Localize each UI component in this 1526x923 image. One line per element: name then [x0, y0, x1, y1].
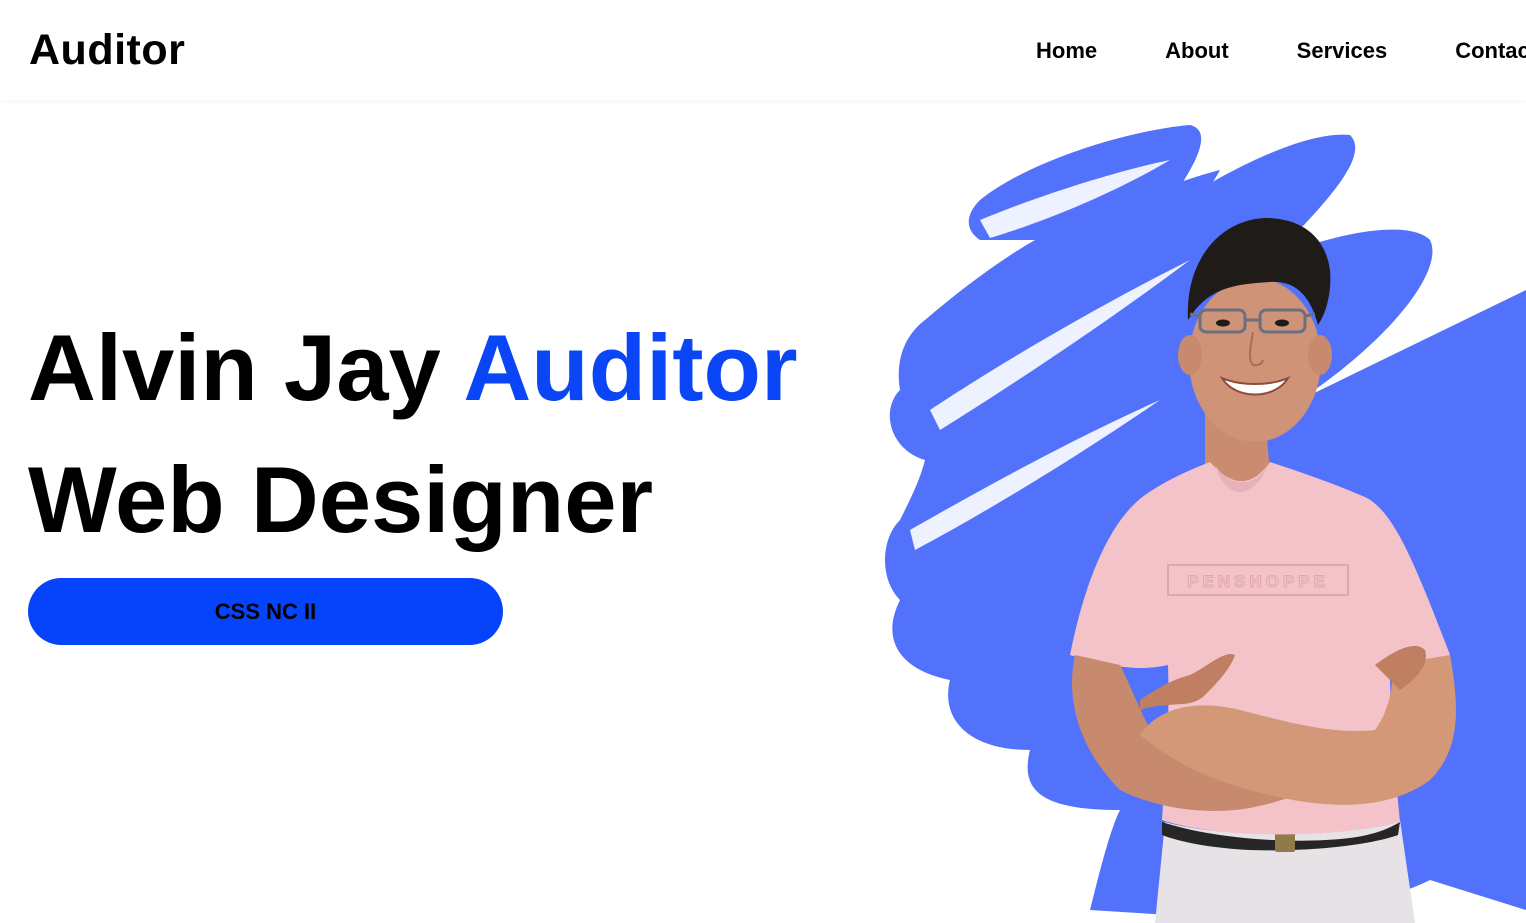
- hero-last-name: Auditor: [463, 315, 798, 420]
- site-logo[interactable]: Auditor: [29, 26, 185, 74]
- nav-contact[interactable]: Contact: [1455, 38, 1526, 64]
- hero-name: Alvin Jay Auditor: [28, 318, 798, 418]
- page: Auditor Home About Services Contact Alvi…: [0, 0, 1526, 923]
- site-header: Auditor Home About Services Contact: [0, 0, 1526, 100]
- nav-home[interactable]: Home: [1036, 38, 1097, 64]
- nav-about[interactable]: About: [1165, 38, 1229, 64]
- hero-role: Web Designer: [28, 447, 654, 552]
- nav-services[interactable]: Services: [1297, 38, 1388, 64]
- main-nav: Home About Services Contact: [1036, 38, 1526, 64]
- cta-button[interactable]: CSS NC II: [28, 578, 503, 645]
- shirt-print: PENSHOPPE: [1187, 572, 1329, 591]
- hero-image: PENSHOPPE: [870, 110, 1526, 923]
- hero-first-name: Alvin Jay: [28, 315, 441, 420]
